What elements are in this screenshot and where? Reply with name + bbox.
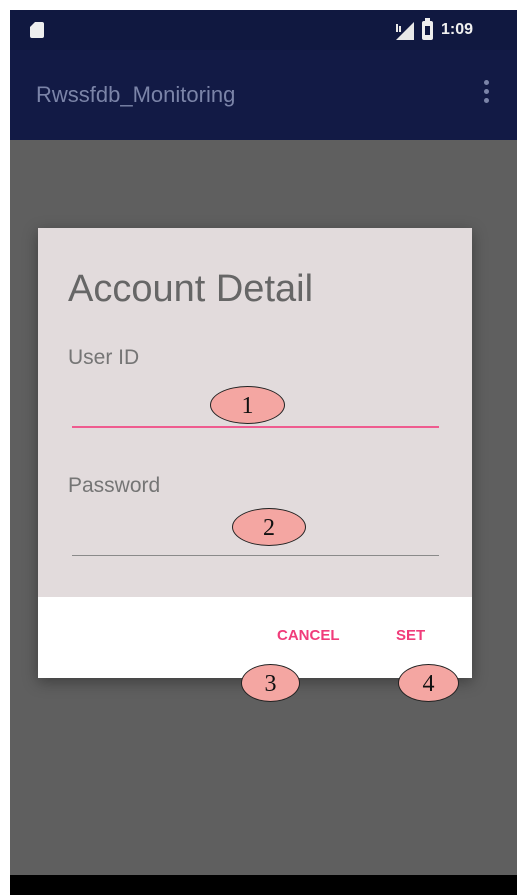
menu-dot [484,98,489,103]
annotation-marker-3: 3 [241,664,300,702]
annotation-marker-2: 2 [232,508,306,546]
menu-dot [484,80,489,85]
user-id-label: User ID [68,346,140,369]
set-button[interactable]: SET [396,627,425,644]
status-bar: 1:09 [10,10,517,50]
signal-icon [396,22,414,40]
status-time: 1:09 [441,21,474,38]
sd-card-icon [30,22,44,38]
annotation-marker-4: 4 [398,664,459,702]
dialog-title: Account Detail [68,268,314,310]
app-title: Rwssfdb_Monitoring [36,82,236,107]
navigation-bar [10,875,517,895]
account-detail-dialog: Account Detail User ID Password CANCEL S… [38,228,472,678]
app-bar: Rwssfdb_Monitoring [10,50,517,140]
password-label: Password [68,474,161,497]
cancel-button[interactable]: CANCEL [277,627,340,644]
annotation-marker-1: 1 [210,386,285,424]
menu-dot [484,89,489,94]
overflow-menu-icon[interactable] [484,80,490,106]
battery-icon [422,18,433,40]
